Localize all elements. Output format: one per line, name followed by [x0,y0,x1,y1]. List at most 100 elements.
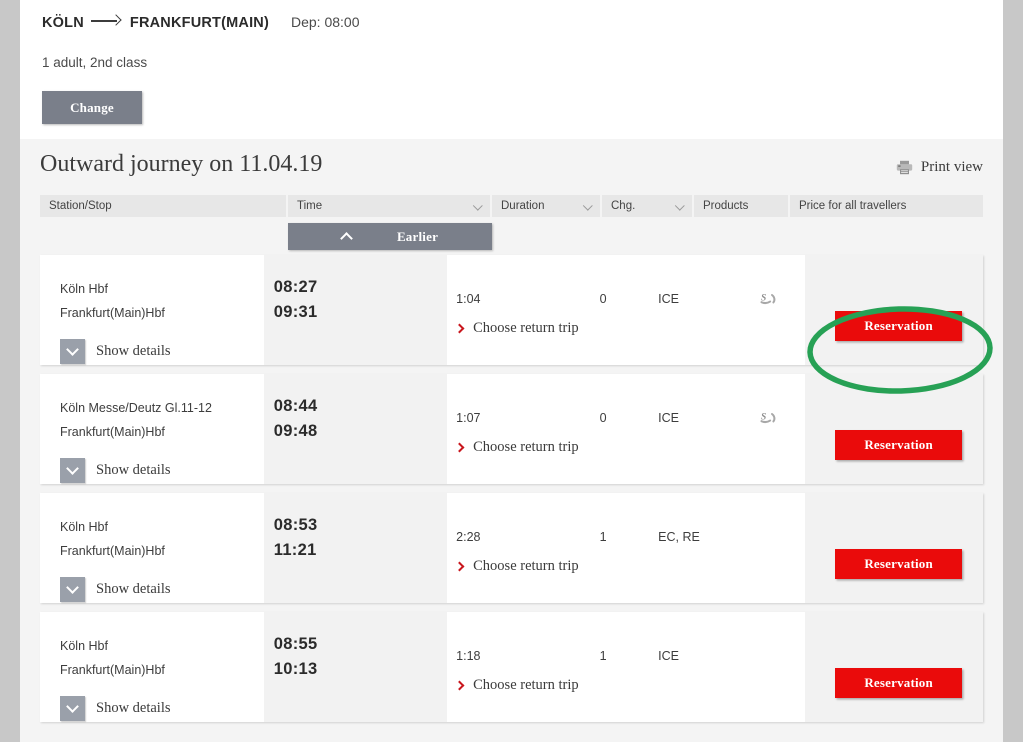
show-details-toggle[interactable]: Show details [60,696,264,721]
search-summary-panel: KÖLN FRANKFURT(MAIN) Dep: 08:00 1 adult,… [20,0,1003,139]
products-value: ICE [658,292,679,306]
origin-station: KÖLN [42,15,84,31]
chevron-down-icon [472,200,483,211]
wifi-icon: S [759,291,777,307]
choose-return-trip-label: Choose return trip [473,677,579,693]
changes-value: 0 [599,292,607,306]
choose-return-trip-link[interactable]: Choose return trip [454,439,579,456]
price-cell: Reservation [805,374,983,484]
destination-station-name: Frankfurt(Main)Hbf [60,544,165,558]
results-header: Outward journey on 11.04.19 Print view [40,139,983,195]
destination-station-name: Frankfurt(Main)Hbf [60,425,165,439]
time-cell: 08:53 11:21 [263,493,448,603]
choose-return-trip-link[interactable]: Choose return trip [454,320,579,337]
choose-return-trip-link[interactable]: Choose return trip [454,558,579,575]
column-header-duration[interactable]: Duration [492,195,602,217]
column-header-price: Price for all travellers [799,200,907,212]
origin-station-name: Köln Hbf [60,639,108,653]
arrival-time: 10:13 [273,660,318,678]
arrival-time: 09:48 [273,422,318,440]
column-header-changes[interactable]: Chg. [602,195,694,217]
reservation-button[interactable]: Reservation [835,549,963,579]
table-column-headers: Station/Stop Time Duration Chg. Products… [40,195,983,217]
connection-list: Köln Hbf Frankfurt(Main)Hbf Show details 08… [40,255,983,735]
earlier-button-label: Earlier [396,228,439,244]
page-title: Outward journey on 11.04.19 [40,151,323,177]
earlier-button-row: Earlier [40,217,983,255]
trip-metrics: 1:18 1 ICE [447,612,805,678]
chevron-right-icon [454,323,465,334]
choose-return-trip-label: Choose return trip [473,439,579,455]
reservation-button[interactable]: Reservation [835,668,963,698]
departure-time: 08:53 [273,516,318,534]
column-header-time[interactable]: Time [288,195,492,217]
amenity-icon-slot: S [745,410,805,426]
departure-time-label: Dep: 08:00 [291,14,360,30]
print-view-label: Print view [920,159,983,175]
connection-row: Köln Messe/Deutz Gl.11-12 Frankfurt(Main)… [40,374,983,484]
reservation-button[interactable]: Reservation [835,430,963,460]
departure-time: 08:44 [273,397,318,415]
show-details-toggle[interactable]: Show details [60,458,264,483]
origin-station-name: Köln Messe/Deutz Gl.11-12 [60,401,212,415]
column-header-products: Products [694,195,790,217]
arrow-right-icon [88,14,126,27]
show-details-label: Show details [96,343,171,359]
chevron-down-icon [674,200,685,211]
arrival-time: 11:21 [273,541,317,559]
details-cell: 1:18 1 ICE Choose return trip [447,612,806,722]
duration-value: 2:28 [456,530,481,544]
amenity-icon-slot: S [745,291,805,307]
departure-time: 08:27 [273,278,318,296]
connection-row: Köln Hbf Frankfurt(Main)Hbf Show details 08… [40,612,983,722]
show-details-label: Show details [96,581,171,597]
price-cell: Reservation [805,255,983,365]
products-value: ICE [658,411,679,425]
duration-value: 1:18 [456,649,481,663]
column-header-station: Station/Stop [40,195,288,217]
price-cell: Reservation [805,493,983,603]
destination-station-name: Frankfurt(Main)Hbf [60,306,165,320]
chevron-down-icon [582,200,593,211]
earlier-button[interactable]: Earlier [288,223,492,250]
time-cell: 08:55 10:13 [263,612,448,722]
choose-return-trip-label: Choose return trip [473,558,579,574]
origin-station-name: Köln Hbf [60,282,108,296]
show-details-toggle[interactable]: Show details [60,577,264,602]
reservation-button[interactable]: Reservation [835,311,963,341]
choose-return-trip-link[interactable]: Choose return trip [454,677,579,694]
destination-station: FRANKFURT(MAIN) [129,15,269,31]
duration-value: 1:07 [456,411,481,425]
station-cell: Köln Hbf Frankfurt(Main)Hbf Show details [40,612,264,722]
printer-icon [896,160,913,175]
origin-station-name: Köln Hbf [60,520,108,534]
price-cell: Reservation [805,612,983,722]
station-cell: Köln Hbf Frankfurt(Main)Hbf Show details [40,493,264,603]
station-cell: Köln Messe/Deutz Gl.11-12 Frankfurt(Main)… [40,374,264,484]
chevron-down-icon [60,458,85,483]
details-cell: 2:28 1 EC, RE Choose return trip [447,493,806,603]
chevron-right-icon [454,561,465,572]
changes-value: 0 [599,411,607,425]
show-details-toggle[interactable]: Show details [60,339,264,364]
connection-row: Köln Hbf Frankfurt(Main)Hbf Show details 08… [40,255,983,365]
svg-text:S: S [761,294,766,304]
trip-metrics: 1:04 0 ICE S [447,255,805,321]
results-section: Outward journey on 11.04.19 Print view S… [20,139,1003,735]
chevron-up-icon [340,231,353,245]
time-cell: 08:27 09:31 [263,255,448,365]
print-view-link[interactable]: Print view [896,159,983,176]
departure-time: 08:55 [273,635,318,653]
products-value: EC, RE [658,530,700,544]
details-cell: 1:04 0 ICE S Choose return trip [447,255,806,365]
details-cell: 1:07 0 ICE S Choose return trip [447,374,806,484]
svg-text:S: S [761,413,766,423]
arrival-time: 09:31 [273,303,318,321]
chevron-down-icon [60,577,85,602]
duration-value: 1:04 [456,292,481,306]
change-button[interactable]: Change [42,91,142,124]
show-details-label: Show details [96,700,171,716]
changes-value: 1 [599,649,607,663]
destination-station-name: Frankfurt(Main)Hbf [60,663,165,677]
choose-return-trip-label: Choose return trip [473,320,579,336]
